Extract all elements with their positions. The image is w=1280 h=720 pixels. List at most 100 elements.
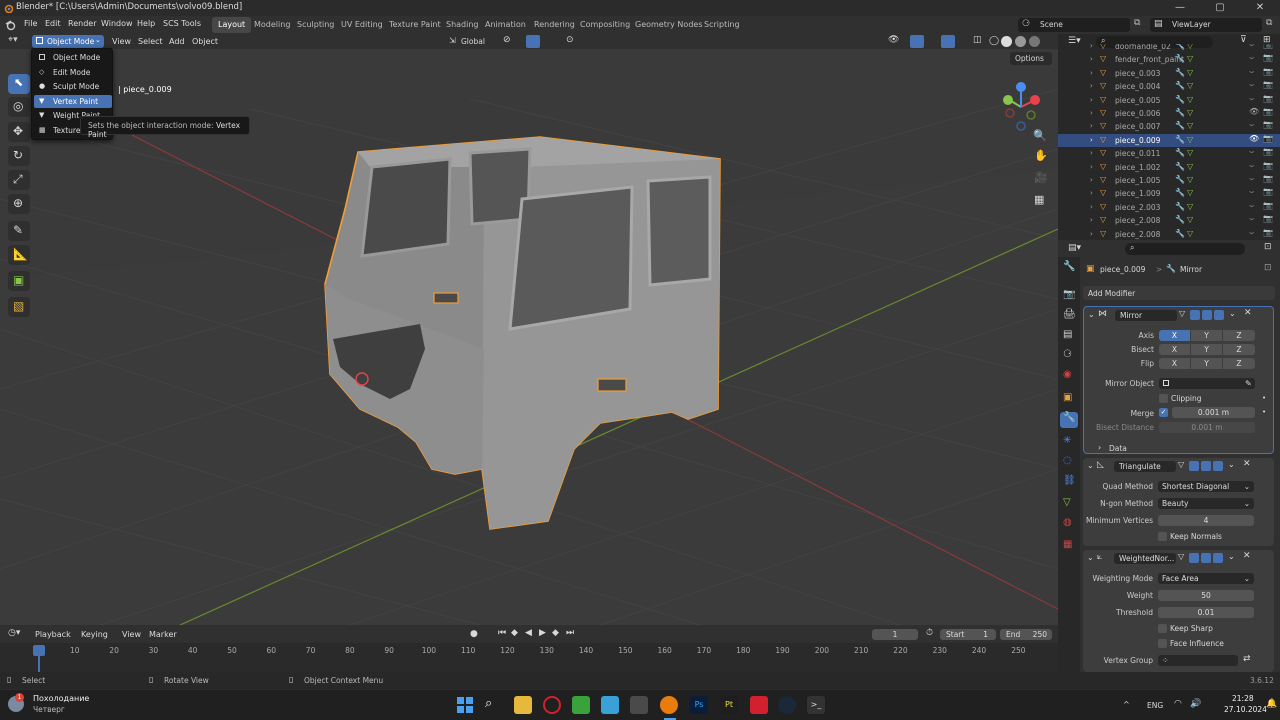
edit-mode-toggle-icon[interactable]: ▽ (1179, 309, 1185, 318)
outliner-row[interactable]: › ▽ piece_0.003 🔧 ▽ ⌣ 📷 (1058, 67, 1280, 80)
material-tab-icon[interactable]: ◍ (1063, 517, 1072, 528)
editor-type-icon[interactable]: ⌖▾ (8, 35, 18, 45)
timeline-track[interactable]: 1102030405060708090100110120130140150160… (0, 643, 1058, 672)
render-camera-icon[interactable]: 📷 (1263, 134, 1273, 143)
solid-shading-icon[interactable] (1001, 36, 1012, 47)
properties-editor-icon[interactable]: ▤▾ (1068, 243, 1081, 253)
view-layer-selector[interactable]: ▤ ViewLayer (1150, 18, 1262, 32)
collapse-chevron-icon[interactable]: ⌄ (1088, 310, 1095, 319)
axis-z-toggle[interactable]: Z (1223, 330, 1255, 341)
texture-tab-icon[interactable]: ▦ (1063, 539, 1072, 550)
steam-icon[interactable] (778, 696, 796, 714)
visibility-eye-icon[interactable]: ⌣ (1249, 228, 1254, 238)
viewport-menu-view[interactable]: View (112, 37, 131, 46)
tab-sculpting[interactable]: Sculpting (291, 17, 340, 33)
xray-icon[interactable]: ◫ (973, 35, 982, 45)
render-toggle-icon[interactable] (1213, 553, 1223, 563)
telegram-icon[interactable] (601, 696, 619, 714)
minimize-button[interactable]: — (1160, 0, 1200, 16)
navigation-gizmo[interactable] (993, 79, 1049, 135)
search-icon[interactable]: ⌕ (485, 696, 503, 714)
tool-annotate[interactable]: ✎ (8, 221, 30, 241)
visibility-eye-icon[interactable]: ⌣ (1249, 94, 1254, 104)
rendered-shading-icon[interactable] (1029, 36, 1040, 47)
blender-menu-icon[interactable] (5, 20, 16, 31)
quad-method-select[interactable]: Shortest Diagonal ⌄ (1158, 481, 1254, 492)
dropdown-chevron-icon[interactable]: ⌄ (1228, 552, 1235, 561)
delete-modifier-icon[interactable]: ✕ (1243, 459, 1251, 469)
mode-item-sculpt[interactable]: ● Sculpt Mode (34, 80, 112, 93)
visibility-eye-icon[interactable]: ⌣ (1249, 44, 1254, 50)
mirror-object-field[interactable]: ✎ (1159, 378, 1255, 389)
menu-window[interactable]: Window (101, 19, 133, 28)
pin-icon[interactable]: ⊡ (1264, 263, 1272, 273)
bisect-y-toggle[interactable]: Y (1191, 344, 1222, 355)
keep-sharp-checkbox[interactable] (1158, 624, 1167, 633)
keep-normals-checkbox[interactable] (1158, 532, 1167, 541)
new-view-layer-icon[interactable]: ⧉ (1266, 18, 1272, 28)
ortho-grid-icon[interactable]: ▦ (1034, 193, 1044, 206)
minimum-vertices-field[interactable]: 4 (1158, 515, 1254, 526)
add-modifier-button[interactable]: Add Modifier (1083, 286, 1275, 300)
view-layer-tab-icon[interactable]: ▤ (1063, 329, 1072, 340)
tab-scripting[interactable]: Scripting (698, 17, 746, 33)
visibility-eye-icon[interactable]: ⌣ (1249, 67, 1254, 77)
cage-toggle-icon[interactable] (1189, 553, 1199, 563)
wifi-icon[interactable]: ◠ (1174, 699, 1182, 709)
end-frame-field[interactable]: End 250 (1000, 629, 1052, 640)
app-red-icon[interactable] (750, 696, 768, 714)
outliner-row[interactable]: › ▽ piece_0.011 🔧 ▽ ⌣ 📷 (1058, 147, 1280, 160)
visibility-eye-icon[interactable]: 👁 (1249, 107, 1259, 116)
outliner-row[interactable]: › ▽ doorhandle_02 🔧 ▽ ⌣ 📷 (1058, 44, 1280, 53)
outliner-row[interactable]: › ▽ piece_0.004 🔧 ▽ ⌣ 📷 (1058, 80, 1280, 93)
start-menu-icon[interactable] (456, 696, 474, 714)
physics-tab-icon[interactable]: ◌ (1063, 455, 1072, 466)
prev-keyframe-icon[interactable]: ◆ (511, 628, 518, 638)
expand-chevron-icon[interactable]: › (1090, 109, 1093, 117)
flip-y-toggle[interactable]: Y (1191, 358, 1222, 369)
merge-distance-field[interactable]: 0.001 m (1172, 407, 1255, 418)
mirror-name-field[interactable]: Mirror (1115, 310, 1177, 321)
render-camera-icon[interactable]: 📷 (1263, 187, 1273, 196)
outliner-row[interactable]: › ▽ piece_0.005 🔧 ▽ ⌣ 📷 (1058, 94, 1280, 107)
mode-dropdown[interactable]: Object Mode ⌄ (32, 35, 104, 48)
tab-animation[interactable]: Animation (479, 17, 532, 33)
timeline-menu-marker[interactable]: Marker (149, 630, 177, 639)
dropdown-chevron-icon[interactable]: ⌄ (1229, 309, 1236, 318)
render-camera-icon[interactable]: 📷 (1263, 44, 1273, 49)
invert-arrows-icon[interactable]: ⇄ (1243, 654, 1251, 664)
data-tab-icon[interactable]: ▽ (1063, 497, 1071, 508)
modifier-tab-icon[interactable]: 🔧 (1060, 412, 1078, 428)
render-camera-icon[interactable]: 📷 (1263, 161, 1273, 170)
outliner-row[interactable]: › ▽ piece_1.002 🔧 ▽ ⌣ 📷 (1058, 161, 1280, 174)
zoom-icon[interactable]: 🔍 (1033, 129, 1047, 142)
realtime-toggle-icon[interactable] (1202, 310, 1212, 320)
start-frame-field[interactable]: Start 1 (940, 629, 996, 640)
mode-item-vertex-paint[interactable]: ▼ Vertex Paint (34, 95, 112, 108)
outliner-row[interactable]: › ▽ fender_front_paint 🔧 ▽ ⌣ 📷 (1058, 53, 1280, 66)
tab-texture-paint[interactable]: Texture Paint (383, 17, 447, 33)
new-scene-icon[interactable]: ⧉ (1134, 18, 1140, 28)
pivot-icon[interactable]: ⊘ (503, 35, 511, 45)
render-camera-icon[interactable]: 📷 (1263, 80, 1273, 89)
axis-x-toggle[interactable]: X (1159, 330, 1190, 341)
app-icon[interactable] (630, 696, 648, 714)
wireframe-shading-icon[interactable]: ◯ (989, 36, 999, 46)
snap-toggle-icon[interactable] (526, 35, 540, 48)
tab-layout[interactable]: Layout (212, 17, 252, 33)
menu-edit[interactable]: Edit (45, 19, 61, 28)
visibility-eye-icon[interactable]: ⌣ (1249, 147, 1254, 157)
threshold-field[interactable]: 0.01 (1158, 607, 1254, 618)
file-explorer-icon[interactable] (514, 696, 532, 714)
bisect-x-toggle[interactable]: X (1159, 344, 1190, 355)
terminal-icon[interactable]: >_ (807, 696, 825, 714)
menu-file[interactable]: File (24, 19, 37, 28)
merge-checkbox[interactable]: ✓ (1159, 408, 1168, 417)
close-button[interactable]: ✕ (1240, 0, 1280, 16)
timeline-menu-playback[interactable]: Playback (35, 630, 71, 639)
viewport-menu-object[interactable]: Object (192, 37, 218, 46)
render-camera-icon[interactable]: 📷 (1263, 214, 1273, 223)
properties-search-input[interactable]: ⌕ (1125, 243, 1245, 255)
menu-scs-tools[interactable]: SCS Tools (163, 19, 201, 28)
expand-chevron-icon[interactable]: › (1090, 44, 1093, 50)
